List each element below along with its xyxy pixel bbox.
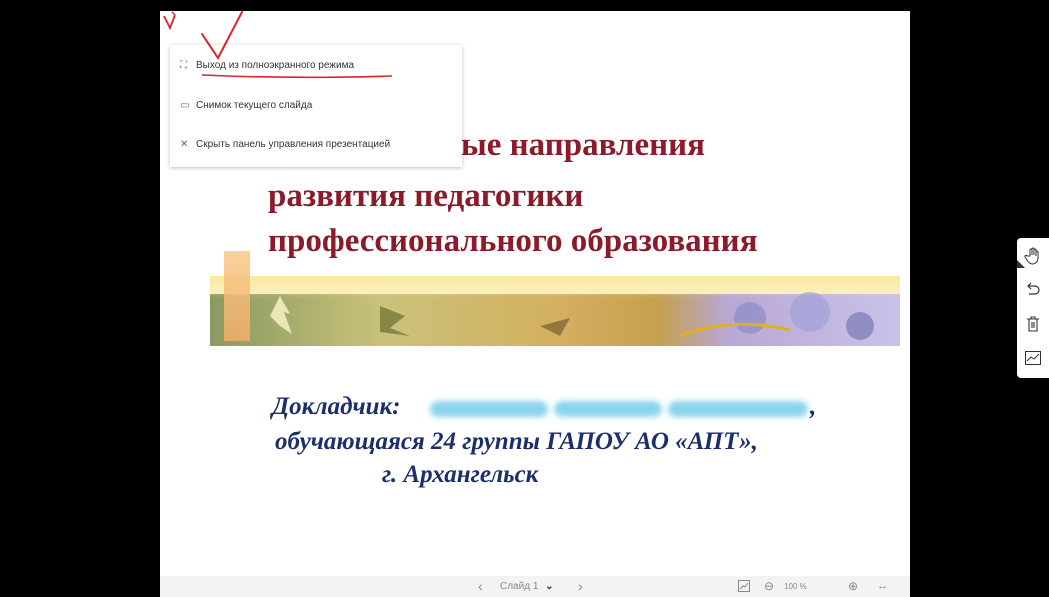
reporter-group: обучающаяся 24 группы ГАПОУ АО «АПТ», — [275, 428, 758, 455]
menu-item-label: Скрыть панель управления презентацией — [196, 139, 391, 150]
slide-label: Слайд 1 — [500, 581, 539, 592]
zoom-in-button[interactable]: ⊕ — [848, 576, 858, 597]
hand-icon — [1024, 247, 1039, 265]
undo-button[interactable] — [1021, 278, 1045, 302]
redacted-name-part — [668, 401, 808, 417]
undo-icon — [1027, 282, 1040, 295]
reporter-city: г. Архангельск — [382, 461, 539, 488]
camera-icon: ▭ — [180, 100, 190, 111]
redacted-name-part — [430, 401, 548, 417]
menu-item-hide-panel[interactable]: ✕ Скрыть панель управления презентацией — [180, 136, 390, 154]
slide-title-line-2: развития педагогики — [268, 178, 584, 214]
next-slide-button[interactable]: › — [578, 576, 583, 597]
chevron-down-icon: ⌄ — [545, 581, 554, 592]
zoom-level: 100 % — [784, 582, 807, 591]
slide-title-line-3: профессионального образования — [268, 223, 758, 259]
prev-slide-button[interactable]: ‹ — [478, 576, 483, 597]
chart-icon — [1025, 351, 1041, 365]
chart-view-button[interactable] — [738, 576, 750, 597]
zoom-out-button[interactable]: ⊖ — [764, 576, 774, 597]
slide-decoration-strip — [224, 251, 250, 341]
slide-banner-image — [210, 276, 900, 346]
close-icon: ✕ — [180, 139, 189, 150]
presentation-bottom-bar: ‹ Слайд 1 ⌄ › ⊖ 100 % ⊕ ↔ — [160, 576, 910, 597]
slide-title-line-1: ые направления — [461, 127, 706, 163]
redacted-name-part — [554, 401, 662, 417]
menu-item-label: Снимок текущего слайда — [196, 100, 313, 111]
slide-selector[interactable]: Слайд 1 ⌄ — [500, 576, 554, 597]
annotation-marks — [163, 11, 393, 79]
menu-item-snapshot[interactable]: ▭ Снимок текущего слайда — [180, 97, 312, 115]
reporter-label: Докладчик: — [272, 393, 401, 420]
chart-icon — [738, 580, 750, 593]
active-tool-indicator — [1017, 260, 1025, 268]
reporter-comma: , — [810, 393, 817, 420]
fit-width-button[interactable]: ↔ — [877, 576, 888, 597]
annotation-toolbar — [1017, 238, 1049, 378]
delete-button[interactable] — [1021, 312, 1045, 336]
trash-icon — [1027, 316, 1039, 332]
chart-tool-button[interactable] — [1021, 346, 1045, 370]
